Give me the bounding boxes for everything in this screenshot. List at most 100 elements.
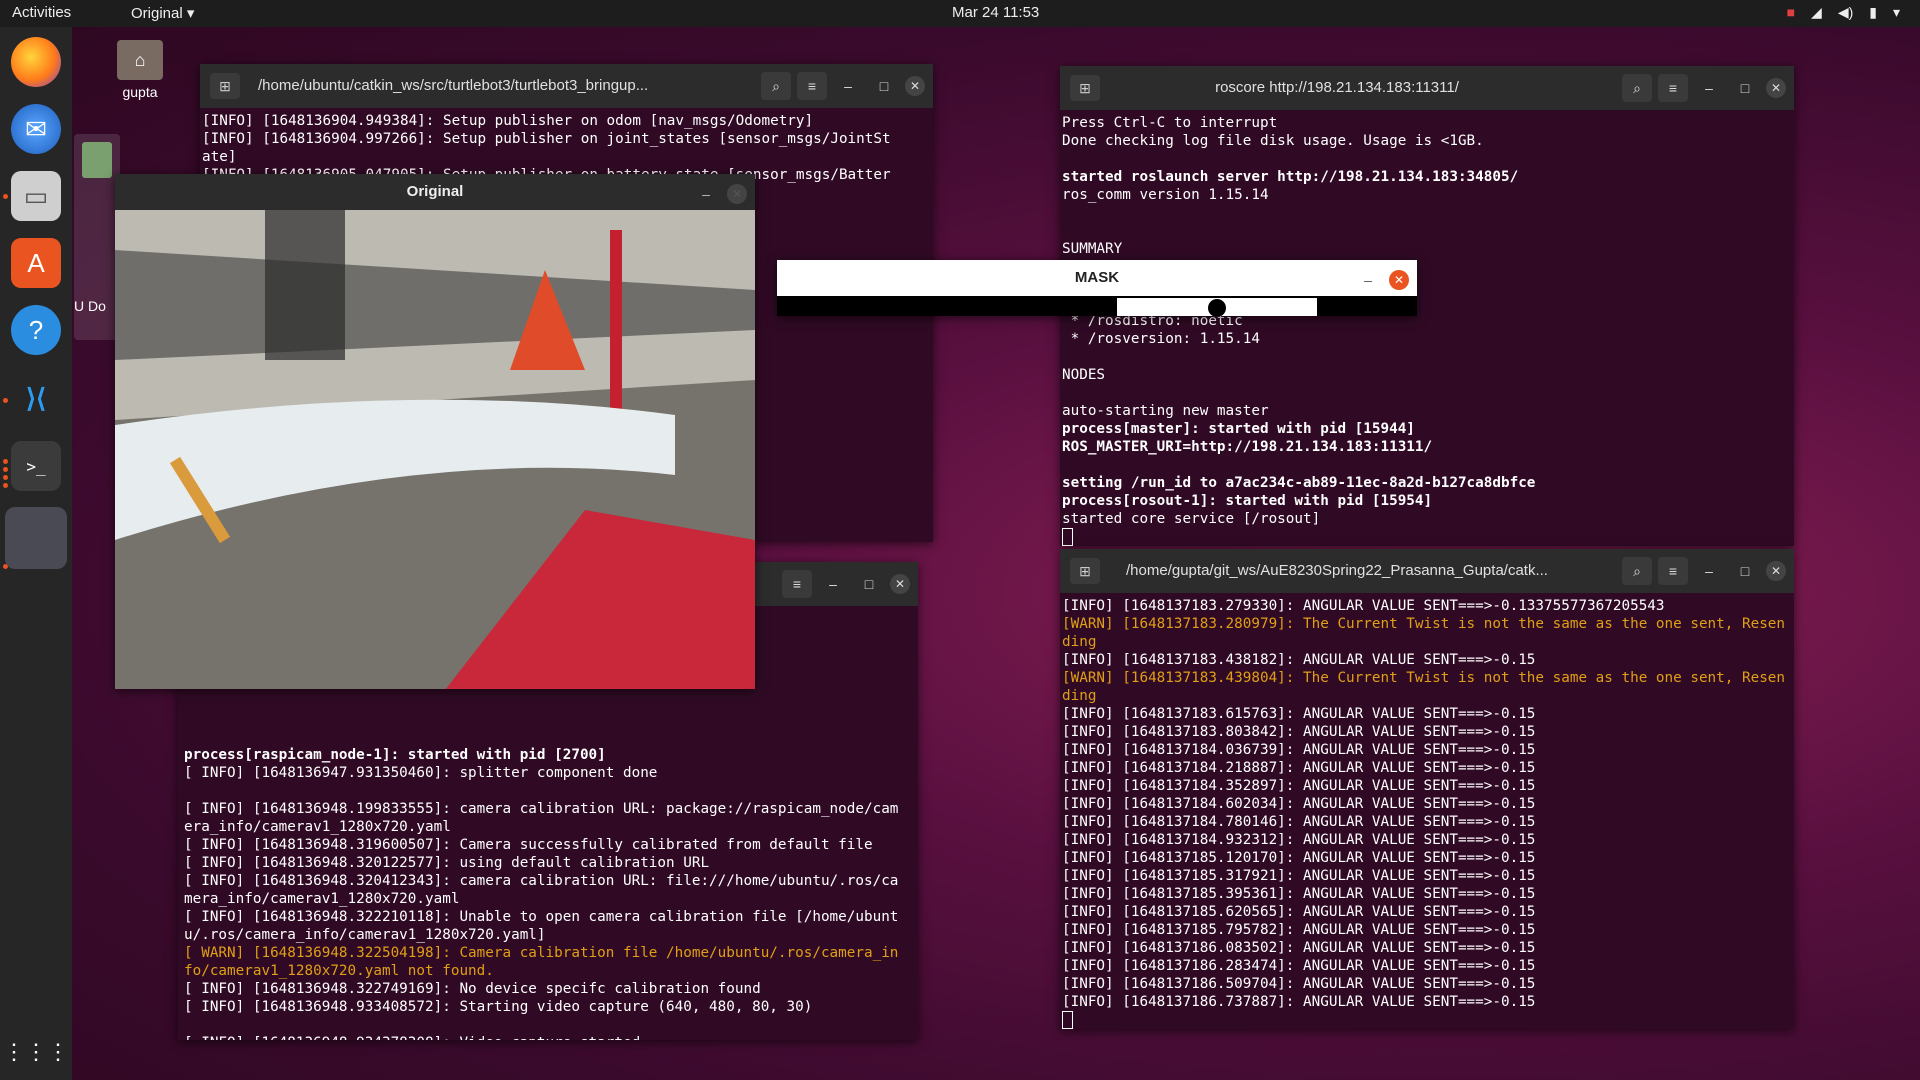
close-button[interactable]: ✕ [905, 76, 925, 96]
window-title: /home/ubuntu/catkin_ws/src/turtlebot3/tu… [258, 77, 649, 94]
terminal-line: [INFO] [1648136904.997266]: Setup publis… [202, 131, 891, 147]
clock[interactable]: Mar 24 11:53 [952, 4, 1039, 21]
power-menu-icon[interactable]: ▾ [1893, 4, 1900, 21]
minimize-button[interactable]: – [1694, 74, 1724, 102]
files-icon[interactable]: ▭ [11, 171, 61, 221]
top-bar: Activities Original ▾ Mar 24 11:53 ■ ◢ ◀… [0, 0, 1920, 27]
terminal-line: ros_comm version 1.15.14 [1062, 187, 1269, 203]
titlebar[interactable]: Original – ✕ [115, 174, 755, 210]
terminal-line: ROS_MASTER_URI=http://198.21.134.183:113… [1062, 439, 1433, 455]
terminal-line: process[rosout-1]: started with pid [159… [1062, 493, 1433, 509]
help-icon[interactable]: ? [11, 305, 61, 355]
app-menu[interactable]: Original ▾ [131, 4, 194, 22]
wifi-icon[interactable]: ◢ [1811, 4, 1822, 21]
terminal-line: auto-starting new master [1062, 403, 1269, 419]
terminal-line: [ INFO] [1648136948.322210118]: Unable t… [184, 909, 899, 943]
terminal-line: [ WARN] [1648136948.322504198]: Camera c… [184, 945, 899, 979]
running-indicator [3, 467, 8, 472]
terminal-line: setting /run_id to a7ac234c-ab89-11ec-8a… [1062, 475, 1536, 491]
titlebar[interactable]: MASK – ✕ [777, 260, 1417, 296]
minimize-button[interactable]: – [691, 180, 721, 208]
terminal-line: [ INFO] [1648136948.320412343]: camera c… [184, 873, 899, 907]
terminal-output[interactable]: Press Ctrl-C to interrupt Done checking l… [1060, 110, 1794, 546]
minimize-button[interactable]: – [818, 570, 848, 598]
new-tab-icon[interactable]: ⊞ [1070, 75, 1100, 101]
hamburger-menu-icon[interactable]: ≡ [1658, 74, 1688, 102]
terminal-line: [INFO] [1648137183.279330]: ANGULAR VALU… [1062, 598, 1665, 614]
terminal-line: [INFO] [1648137185.795782]: ANGULAR VALU… [1062, 922, 1536, 938]
terminal-line: [ INFO] [1648136948.322749169]: No devic… [184, 981, 761, 997]
titlebar[interactable]: ⊞ /home/ubuntu/catkin_ws/src/turtlebot3/… [200, 64, 933, 108]
search-icon[interactable]: ⌕ [761, 72, 791, 100]
new-tab-icon[interactable]: ⊞ [1070, 558, 1100, 584]
close-button[interactable]: ✕ [1766, 561, 1786, 581]
volume-icon[interactable]: ◀) [1838, 4, 1853, 21]
terminal-line: [ INFO] [1648136948.319600507]: Camera s… [184, 837, 873, 853]
terminal-line: [INFO] [1648137183.615763]: ANGULAR VALU… [1062, 706, 1536, 722]
terminal-line: [ INFO] [1648136948.199833555]: camera c… [184, 801, 899, 835]
new-tab-icon[interactable]: ⊞ [210, 73, 240, 99]
firefox-icon[interactable] [11, 37, 61, 87]
app-menu-label: Original [131, 5, 183, 22]
maximize-button[interactable]: □ [1730, 557, 1760, 585]
terminal-line: started roslaunch server http://198.21.1… [1062, 169, 1519, 185]
terminal-line: [INFO] [1648137184.036739]: ANGULAR VALU… [1062, 742, 1536, 758]
image-window-mask[interactable]: MASK – ✕ [777, 260, 1417, 316]
minimize-button[interactable]: – [1353, 266, 1383, 294]
desktop-trash-partial[interactable]: U Do [74, 134, 120, 340]
window-title: /home/gupta/git_ws/AuE8230Spring22_Prasa… [1126, 562, 1548, 579]
terminal-line: Done checking log file disk usage. Usage… [1062, 133, 1484, 149]
running-indicator [3, 194, 8, 199]
maximize-button[interactable]: □ [1730, 74, 1760, 102]
close-button[interactable]: ✕ [727, 184, 747, 204]
terminal-line: ate] [202, 149, 237, 165]
terminal-window-angular[interactable]: ⊞ /home/gupta/git_ws/AuE8230Spring22_Pra… [1060, 549, 1794, 1029]
desktop-partial-label: U Do [74, 298, 106, 314]
running-indicator [3, 483, 8, 488]
software-center-icon[interactable]: A [11, 238, 61, 288]
battery-icon[interactable]: ▮ [1869, 4, 1877, 21]
thunderbird-icon[interactable]: ✉ [11, 104, 61, 154]
hamburger-menu-icon[interactable]: ≡ [797, 72, 827, 100]
camera-feed-image [115, 210, 755, 689]
terminal-line: [WARN] [1648137183.280979]: The Current … [1062, 616, 1786, 650]
show-applications-icon[interactable]: ⋮⋮⋮ [3, 1027, 69, 1077]
mask-image [777, 296, 1417, 316]
system-tray[interactable]: ■ ◢ ◀) ▮ ▾ [1787, 4, 1900, 21]
titlebar[interactable]: ⊞ roscore http://198.21.134.183:11311/ ⌕… [1060, 66, 1794, 110]
hamburger-menu-icon[interactable]: ≡ [1658, 557, 1688, 585]
activities-button[interactable]: Activities [12, 4, 71, 21]
terminal-line: [WARN] [1648137183.439804]: The Current … [1062, 670, 1786, 704]
close-button[interactable]: ✕ [1389, 270, 1409, 290]
close-button[interactable]: ✕ [890, 574, 910, 594]
search-icon[interactable]: ⌕ [1622, 557, 1652, 585]
workspace-icon[interactable] [5, 507, 67, 569]
terminal-line: [INFO] [1648137185.620565]: ANGULAR VALU… [1062, 904, 1536, 920]
terminal-line: [INFO] [1648137186.509704]: ANGULAR VALU… [1062, 976, 1536, 992]
terminal-line: [INFO] [1648137183.803842]: ANGULAR VALU… [1062, 724, 1536, 740]
terminal-line: Press Ctrl-C to interrupt [1062, 115, 1278, 131]
terminal-icon[interactable]: >_ [11, 441, 61, 491]
search-icon[interactable]: ⌕ [1622, 74, 1652, 102]
desktop-home-folder[interactable]: ⌂ gupta [105, 40, 175, 100]
window-controls: – ✕ [691, 180, 747, 208]
minimize-button[interactable]: – [833, 72, 863, 100]
titlebar[interactable]: ⊞ /home/gupta/git_ws/AuE8230Spring22_Pra… [1060, 549, 1794, 593]
minimize-button[interactable]: – [1694, 557, 1724, 585]
terminal-line: [INFO] [1648137183.438182]: ANGULAR VALU… [1062, 652, 1536, 668]
window-controls: – ✕ [1353, 266, 1409, 294]
vscode-icon[interactable]: ⟩⟨ [11, 373, 61, 423]
camera-record-icon[interactable]: ■ [1787, 4, 1795, 21]
terminal-line: process[raspicam_node-1]: started with p… [184, 747, 606, 763]
hamburger-menu-icon[interactable]: ≡ [782, 570, 812, 598]
maximize-button[interactable]: □ [869, 72, 899, 100]
terminal-output[interactable]: [INFO] [1648137183.279330]: ANGULAR VALU… [1060, 593, 1794, 1029]
image-window-original[interactable]: Original – ✕ [115, 174, 755, 689]
close-button[interactable]: ✕ [1766, 78, 1786, 98]
terminal-line: [ INFO] [1648136948.320122577]: using de… [184, 855, 710, 871]
home-icon: ⌂ [117, 40, 163, 80]
terminal-line: [INFO] [1648137184.932312]: ANGULAR VALU… [1062, 832, 1536, 848]
maximize-button[interactable]: □ [854, 570, 884, 598]
trash-icon [82, 142, 112, 178]
